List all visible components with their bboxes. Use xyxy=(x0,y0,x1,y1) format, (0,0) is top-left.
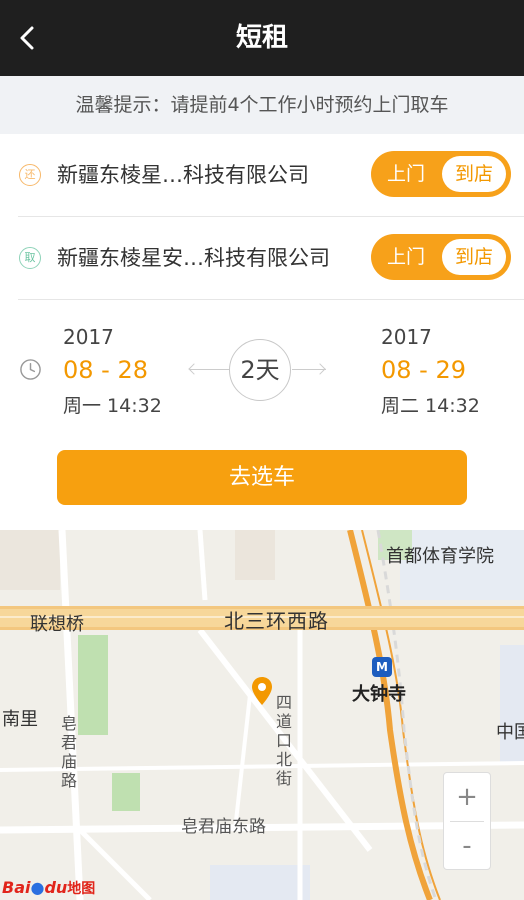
start-date-picker[interactable]: 2017 08 - 28 周一 14:32 xyxy=(63,324,162,420)
toggle-door-option[interactable]: 上门 xyxy=(371,234,441,280)
duration-badge: 2天 xyxy=(229,339,291,401)
pickup-badge-icon: 取 xyxy=(19,247,41,269)
map-label-street-v: 四道口北街 xyxy=(276,693,293,788)
map-label-street-v2: 皂君庙路 xyxy=(61,714,78,790)
rental-period: 2017 08 - 28 周一 14:32 2天 2017 08 - 29 周二… xyxy=(0,300,524,530)
baidu-map-logo: Bai●du地图 xyxy=(2,878,96,897)
end-time: 周二 14:32 xyxy=(381,395,480,417)
end-date: 08 - 29 xyxy=(381,356,466,384)
chevron-left-icon[interactable] xyxy=(10,20,46,56)
tip-banner: 温馨提示：请提前4个工作小时预约上门取车 xyxy=(0,76,524,134)
map-label-right: 中国 xyxy=(496,722,524,743)
zoom-control: + - xyxy=(443,772,491,870)
return-location-row[interactable]: 还 新疆东棱星…科技有限公司 上门 到店 xyxy=(0,134,524,217)
start-date: 08 - 28 xyxy=(63,356,148,384)
end-date-picker[interactable]: 2017 08 - 29 周二 14:32 xyxy=(381,324,480,420)
pickup-mode-toggle[interactable]: 上门 到店 xyxy=(371,234,511,280)
zoom-in-button[interactable]: + xyxy=(444,773,490,821)
map-view[interactable]: 首都体育学院 北三环西路 联想桥 南里 中国 皂君庙东路 四道口北街 皂君庙路 … xyxy=(0,530,524,900)
clock-icon xyxy=(20,359,41,380)
location-pin-icon[interactable] xyxy=(250,676,274,706)
pickup-location-name[interactable]: 新疆东棱星安…科技有限公司 xyxy=(57,217,330,299)
return-badge-icon: 还 xyxy=(19,164,41,186)
select-car-button[interactable]: 去选车 xyxy=(57,450,467,505)
toggle-door-option[interactable]: 上门 xyxy=(371,151,441,197)
end-year: 2017 xyxy=(381,325,432,349)
nav-bar: 短租 xyxy=(0,0,524,76)
start-time: 周一 14:32 xyxy=(63,395,162,417)
toggle-store-option[interactable]: 到店 xyxy=(442,156,506,192)
map-label-ring-road: 北三环西路 xyxy=(224,609,329,633)
map-label-university: 首都体育学院 xyxy=(386,546,494,567)
pickup-location-row[interactable]: 取 新疆东棱星安…科技有限公司 上门 到店 xyxy=(0,217,524,300)
map-label-street-h: 皂君庙东路 xyxy=(181,817,266,837)
metro-icon: M xyxy=(372,657,392,677)
arrow-right-icon xyxy=(314,363,326,375)
map-label-bridge: 联想桥 xyxy=(30,614,84,635)
toggle-store-option[interactable]: 到店 xyxy=(442,239,506,275)
map-label-metro: 大钟寺 xyxy=(352,684,406,705)
page-title: 短租 xyxy=(235,23,288,53)
return-mode-toggle[interactable]: 上门 到店 xyxy=(371,151,511,197)
map-label-left: 南里 xyxy=(2,709,38,730)
start-year: 2017 xyxy=(63,325,114,349)
return-location-name[interactable]: 新疆东棱星…科技有限公司 xyxy=(57,134,309,216)
arrow-left-icon xyxy=(188,363,200,375)
zoom-out-button[interactable]: - xyxy=(444,822,490,870)
